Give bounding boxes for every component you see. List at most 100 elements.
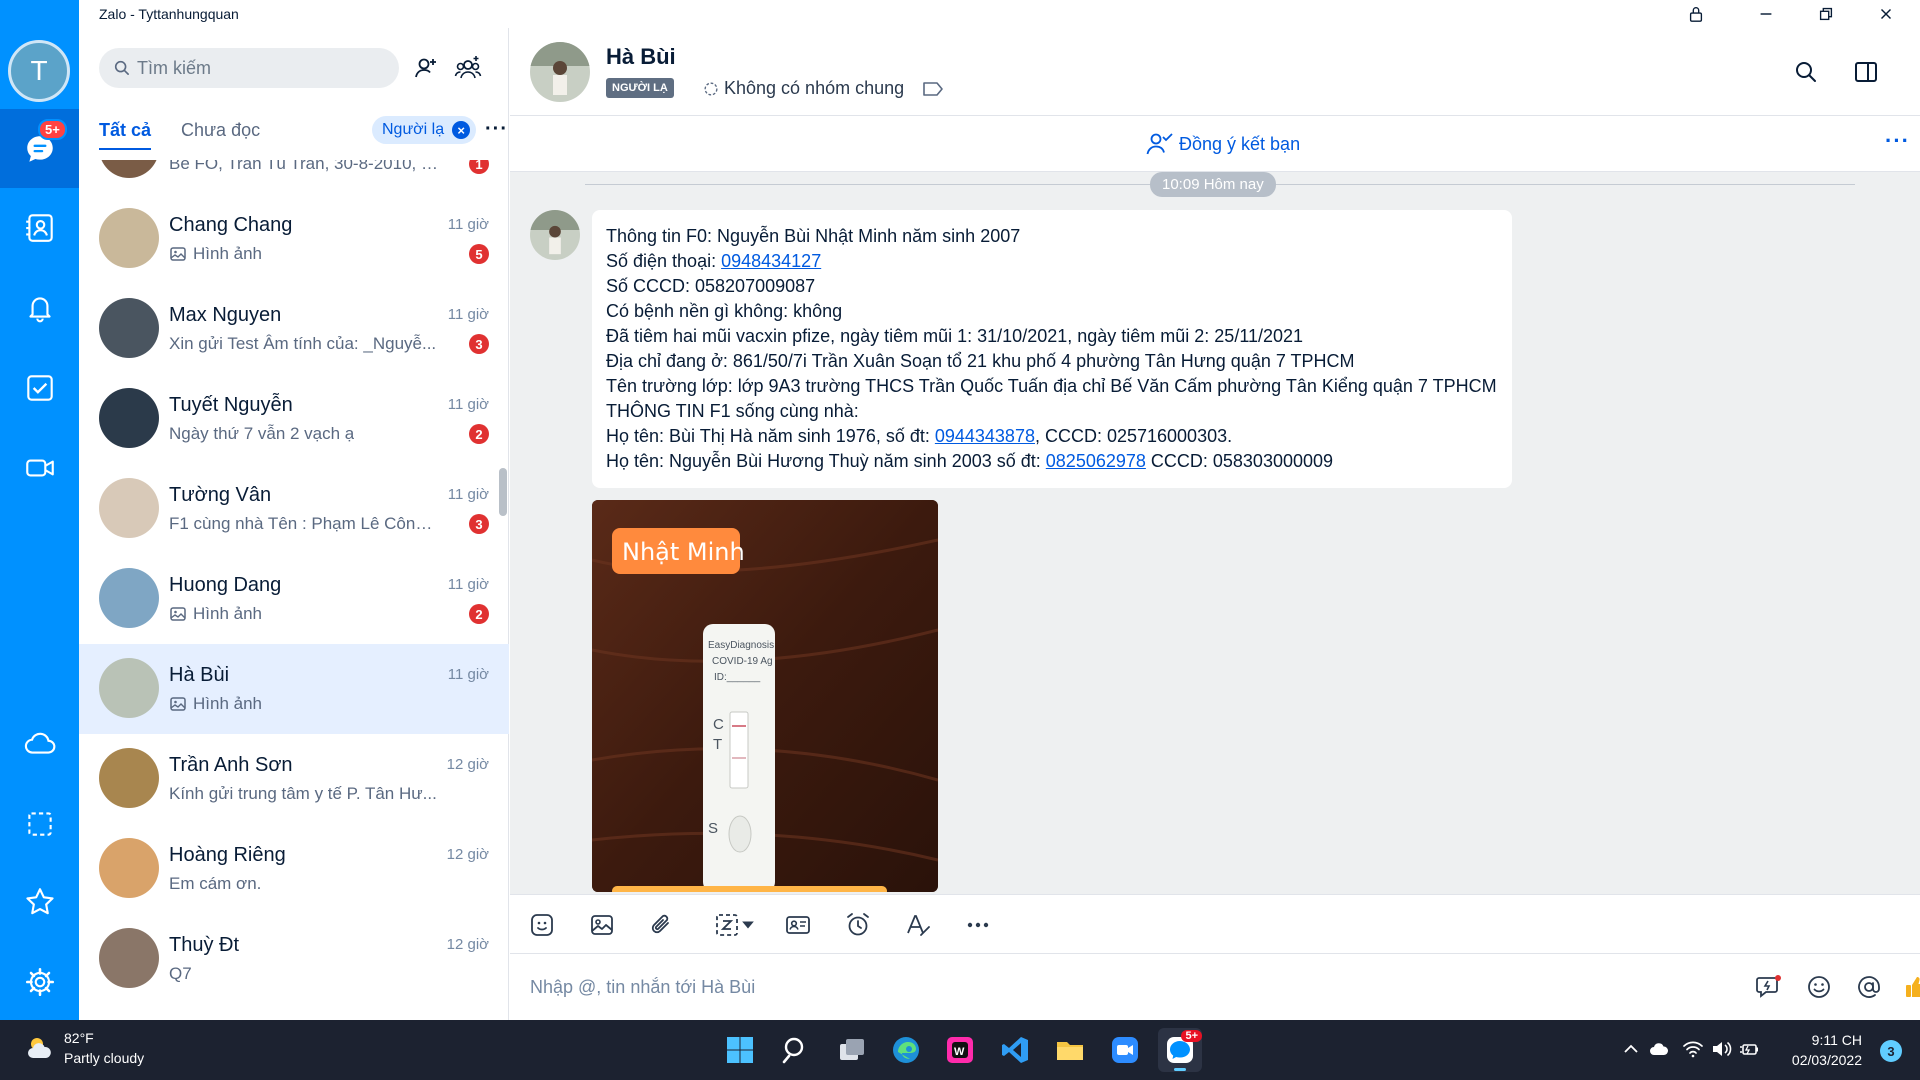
message-input[interactable] — [530, 972, 1630, 1002]
nav-screenshot[interactable] — [0, 784, 79, 863]
zoom-app[interactable] — [1103, 1028, 1147, 1072]
nav-settings[interactable] — [0, 942, 79, 1021]
vscode-app[interactable] — [993, 1028, 1037, 1072]
nav-contacts[interactable] — [0, 188, 79, 267]
checkbox-icon — [26, 374, 53, 401]
send-like-button[interactable] — [1900, 970, 1920, 1004]
conversation-item[interactable]: Huong Dang 11 giờ Hình ảnh 2 — [79, 554, 509, 644]
conversation-item[interactable]: Hà Bùi 11 giờ Hình ảnh — [79, 644, 509, 734]
common-groups-label: Không có nhóm chung — [724, 78, 905, 98]
more-options-icon[interactable]: ··· — [485, 118, 508, 141]
toggle-info-panel-button[interactable] — [1850, 56, 1882, 88]
conversation-item[interactable]: Thuỳ Đt 12 giờ Q7 — [79, 914, 509, 1004]
minimize-button[interactable] — [1738, 0, 1794, 28]
webstorm-app[interactable]: W — [938, 1028, 982, 1072]
scrollbar[interactable] — [499, 468, 507, 516]
taskbar-clock[interactable]: 9:11 CH 02/03/2022 — [1792, 1030, 1862, 1070]
message-line: Số CCCD: 058207009087 — [606, 274, 1498, 299]
phone-link[interactable]: 0948434127 — [721, 251, 821, 271]
text-format-button[interactable] — [902, 909, 934, 941]
tab-all[interactable]: Tất cả — [99, 120, 152, 150]
wifi-tray[interactable] — [1682, 1038, 1704, 1060]
restore-button[interactable] — [1798, 0, 1854, 28]
conversation-item[interactable]: Tuyết Nguyễn 11 giờ Ngày thứ 7 vẫn 2 vạch … — [79, 374, 509, 464]
phone-link[interactable]: 0944343878 — [935, 426, 1035, 446]
search-box[interactable] — [99, 48, 399, 88]
nav-favorites[interactable] — [0, 862, 79, 941]
file-explorer-app[interactable] — [1048, 1028, 1092, 1072]
message-text: , CCCD: 025716000303. — [1034, 426, 1233, 446]
sidebar-panel-icon — [1855, 62, 1877, 82]
battery-tray[interactable] — [1738, 1038, 1760, 1060]
conversation-time: 11 giờ — [447, 486, 489, 503]
accept-friend-label: Đồng ý kết bạn — [1179, 133, 1301, 154]
edge-app[interactable] — [884, 1028, 928, 1072]
attach-file-button[interactable] — [646, 909, 678, 941]
taskbar: 82°F Partly cloudy W 5+ 9:11 CH 02/03/20… — [0, 1020, 1920, 1080]
preview-text: Kính gửi trung tâm y tế P. Tân Hư... — [169, 784, 437, 803]
sender-avatar[interactable] — [530, 210, 580, 260]
nav-todo[interactable] — [0, 348, 79, 427]
search-chat-button[interactable] — [1790, 56, 1822, 88]
user-avatar[interactable]: T — [8, 40, 70, 102]
volume-tray[interactable] — [1710, 1038, 1732, 1060]
nav-video-call[interactable] — [0, 428, 79, 507]
quick-message-button[interactable] — [1752, 970, 1786, 1004]
emoji-button[interactable] — [1802, 970, 1836, 1004]
conversation-item[interactable]: Hoàng Riêng 12 giờ Em cám ơn. — [79, 824, 509, 914]
more-options-icon[interactable]: ··· — [1885, 128, 1910, 154]
send-image-button[interactable] — [586, 909, 618, 941]
message-line: THÔNG TIN F1 sống cùng nhà: — [606, 399, 1498, 424]
screenshot-button[interactable] — [706, 909, 762, 941]
zalo-app[interactable]: 5+ — [1158, 1028, 1202, 1072]
preview-text: Hình ảnh — [193, 694, 262, 713]
mention-button[interactable] — [1852, 970, 1886, 1004]
nav-notifications[interactable] — [0, 268, 79, 347]
tag-icon[interactable] — [922, 80, 944, 98]
avatar — [99, 388, 159, 448]
conversation-item[interactable]: Max Nguyen 11 giờ Xin gửi Test Âm tính của… — [79, 284, 509, 374]
conversation-name: Tuyết Nguyễn — [169, 394, 293, 416]
search-icon — [1796, 62, 1816, 82]
send-contact-card-button[interactable] — [782, 909, 814, 941]
taskbar-search[interactable] — [774, 1028, 818, 1072]
more-tools-button[interactable] — [962, 909, 994, 941]
onedrive-tray[interactable] — [1648, 1038, 1670, 1060]
clear-filter-icon[interactable]: × — [452, 121, 471, 139]
message-bubble[interactable]: Thông tin F0: Nguyễn Bùi Nhật Minh năm s… — [592, 210, 1512, 488]
reminder-button[interactable] — [842, 909, 874, 941]
nav-cloud[interactable] — [0, 704, 79, 783]
edge-icon — [893, 1037, 919, 1063]
filter-chip-strangers[interactable]: Người lạ × — [372, 116, 477, 144]
search-input[interactable] — [137, 57, 377, 79]
conversation-name: Hoàng Riêng — [169, 844, 286, 866]
conversation-item[interactable]: Trần Anh Sơn 12 giờ Kính gửi trung tâm y t… — [79, 734, 509, 824]
lock-icon[interactable] — [1668, 0, 1724, 28]
add-friend-button[interactable] — [410, 52, 442, 84]
phone-link[interactable]: 0825062978 — [1046, 451, 1146, 471]
message-text: Số điện thoại: — [606, 251, 722, 271]
task-view[interactable] — [830, 1028, 874, 1072]
conversation-item[interactable]: Chang Chang 11 giờ Hình ảnh 5 — [79, 194, 509, 284]
show-hidden-icons[interactable] — [1620, 1038, 1642, 1060]
accept-friend-button[interactable]: Đồng ý kết bạn — [1145, 130, 1300, 158]
contact-avatar[interactable] — [530, 42, 590, 102]
preview-text: Hình ảnh — [193, 244, 262, 263]
conversation-item[interactable]: Bé FO, Trần Tú Trân, 30-8-2010, c... 1 — [79, 160, 509, 194]
conversation-preview: Bé FO, Trần Tú Trân, 30-8-2010, c... — [169, 160, 439, 174]
messages-badge: 5+ — [38, 119, 67, 140]
start-button[interactable] — [718, 1028, 762, 1072]
chat-area: Hà Bùi NGƯỜI LẠ Không có nhóm chung Đồng… — [510, 28, 1920, 1020]
message-photo[interactable]: Nhật Minh EasyDiagnosis COVID-19 Ag ID:_… — [592, 500, 938, 892]
conversation-item[interactable]: Tường Vân 11 giờ F1 cùng nhà Tên : Phạm Lê… — [79, 464, 509, 554]
notification-count[interactable]: 3 — [1880, 1040, 1902, 1062]
create-group-button[interactable] — [452, 52, 484, 84]
nav-messages[interactable]: 5+ — [0, 109, 79, 188]
weather-widget[interactable]: 82°F Partly cloudy — [24, 1028, 144, 1068]
kit-name: COVID-19 Ag — [712, 656, 773, 667]
vscode-icon — [1002, 1037, 1028, 1063]
tab-unread[interactable]: Chưa đọc — [181, 120, 260, 141]
sticker-button[interactable] — [526, 909, 558, 941]
common-groups[interactable]: Không có nhóm chung — [702, 78, 904, 99]
close-button[interactable] — [1858, 0, 1914, 28]
